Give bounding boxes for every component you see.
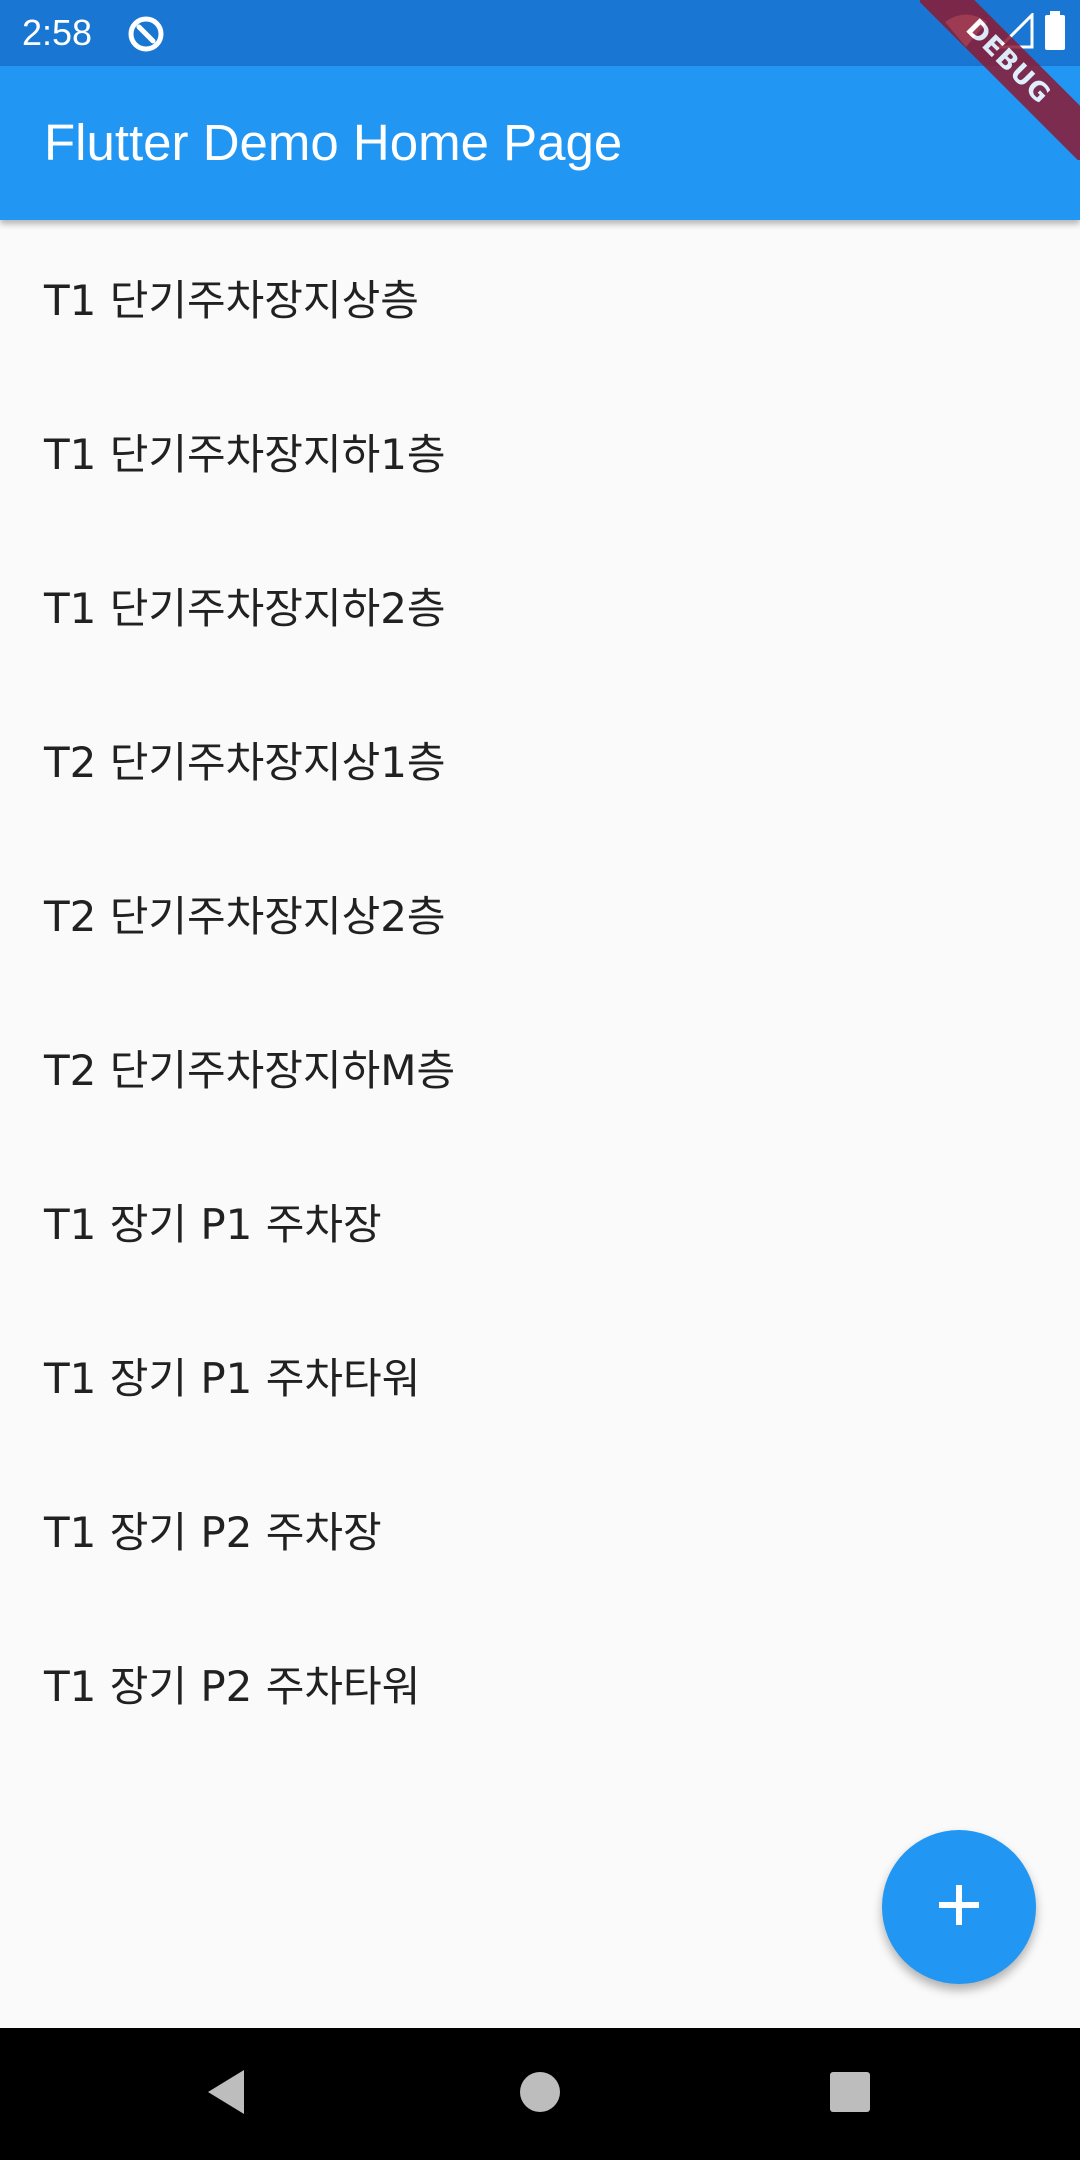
list-item[interactable]: T1 장기 P1 주차타워 bbox=[0, 1298, 1080, 1452]
home-icon bbox=[518, 2070, 562, 2118]
back-icon bbox=[204, 2067, 248, 2121]
screen: 2:58 Flutter Demo Home Page DEBUG T1 단기주… bbox=[0, 0, 1080, 2160]
cell-signal-icon bbox=[996, 11, 1034, 53]
list-item[interactable]: T2 단기주차장지하M층 bbox=[0, 990, 1080, 1144]
status-time: 2:58 bbox=[22, 12, 93, 53]
parking-lot-list: T1 단기주차장지상층 T1 단기주차장지하1층 T1 단기주차장지하2층 T2… bbox=[0, 220, 1080, 1760]
recents-button[interactable] bbox=[814, 2058, 886, 2130]
list-item[interactable]: T1 단기주차장지하1층 bbox=[0, 374, 1080, 528]
add-icon bbox=[937, 1883, 981, 1931]
page-title: Flutter Demo Home Page bbox=[44, 114, 623, 171]
list-item[interactable]: T1 단기주차장지상층 bbox=[0, 220, 1080, 374]
wifi-icon bbox=[944, 13, 988, 53]
app-bar: Flutter Demo Home Page bbox=[0, 66, 1080, 220]
home-button[interactable] bbox=[504, 2058, 576, 2130]
list-item[interactable]: T1 장기 P2 주차장 bbox=[0, 1452, 1080, 1606]
recents-icon bbox=[828, 2070, 872, 2118]
status-icons bbox=[944, 11, 1066, 55]
list-item[interactable]: T1 단기주차장지하2층 bbox=[0, 528, 1080, 682]
battery-icon bbox=[1044, 11, 1066, 55]
add-button[interactable] bbox=[882, 1830, 1036, 1984]
navigation-bar bbox=[0, 2028, 1080, 2160]
list-item[interactable]: T1 장기 P2 주차타워 bbox=[0, 1606, 1080, 1760]
list-item[interactable]: T2 단기주차장지상1층 bbox=[0, 682, 1080, 836]
list-item[interactable]: T2 단기주차장지상2층 bbox=[0, 836, 1080, 990]
status-bar: 2:58 bbox=[0, 0, 1080, 66]
app-notification-icon bbox=[126, 14, 166, 54]
back-button[interactable] bbox=[190, 2058, 262, 2130]
list-item[interactable]: T1 장기 P1 주차장 bbox=[0, 1144, 1080, 1298]
